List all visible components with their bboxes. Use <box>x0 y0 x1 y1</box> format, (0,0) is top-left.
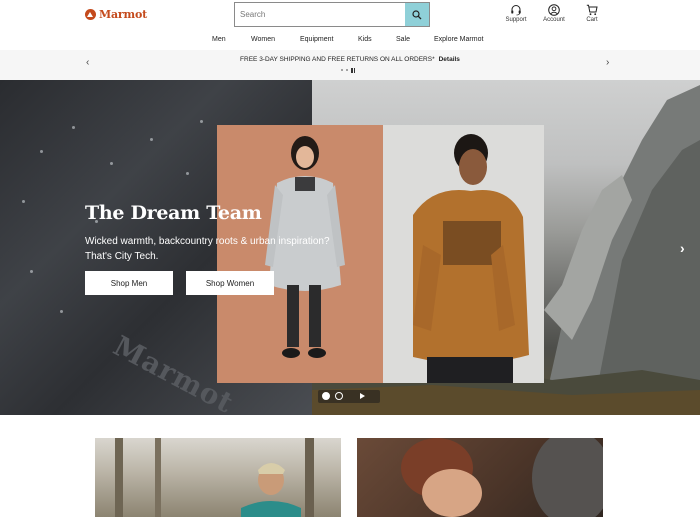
climber-image <box>401 438 603 517</box>
shop-women-button[interactable]: Shop Women <box>186 271 274 295</box>
cart-link[interactable]: Cart <box>577 4 607 23</box>
nav-item-equipment[interactable]: Equipment <box>300 36 333 43</box>
search-button[interactable] <box>405 3 429 26</box>
pause-icon[interactable] <box>351 68 355 73</box>
headset-icon <box>511 5 521 16</box>
chevron-right-icon[interactable]: › <box>606 57 609 68</box>
support-label: Support <box>505 17 527 23</box>
man-in-jacket-image <box>413 134 529 383</box>
search-bar <box>234 2 430 27</box>
site-header: Marmot Support Account <box>0 0 700 50</box>
nav-item-explore-marmot[interactable]: Explore Marmot <box>434 36 483 43</box>
carousel-dot[interactable] <box>322 392 330 400</box>
promo-bar: ‹ FREE 3-DAY SHIPPING AND FREE RETURNS O… <box>0 50 700 80</box>
search-input[interactable] <box>235 3 405 26</box>
nav-item-sale[interactable]: Sale <box>396 36 410 43</box>
user-icon <box>548 4 560 16</box>
promo-dot[interactable] <box>346 69 348 71</box>
promo-text: FREE 3-DAY SHIPPING AND FREE RETURNS ON … <box>240 56 435 63</box>
carousel-controls <box>322 392 365 400</box>
promo-dot[interactable] <box>341 69 343 71</box>
promo-tile-climbing[interactable] <box>357 438 603 517</box>
hero-title: The Dream Team <box>85 202 262 224</box>
brand-name: Marmot <box>99 8 147 21</box>
cart-icon <box>586 4 598 16</box>
hero-banner: Marmot The Dream Team Wicked warmth, bac… <box>0 80 700 415</box>
hero-subtitle: Wicked warmth, backcountry roots & urban… <box>85 235 345 264</box>
shop-men-button[interactable]: Shop Men <box>85 271 173 295</box>
promo-tile-outdoor[interactable] <box>95 438 341 517</box>
hero-next-chevron-icon[interactable]: › <box>680 240 685 256</box>
nav-item-women[interactable]: Women <box>251 36 275 43</box>
account-link[interactable]: Account <box>539 4 569 23</box>
play-icon[interactable] <box>360 393 365 399</box>
hiker-forest-image <box>115 438 314 517</box>
promo-details-link[interactable]: Details <box>439 56 460 63</box>
hero-photo-man <box>383 125 544 383</box>
search-icon <box>412 9 422 19</box>
marmot-logo[interactable]: Marmot <box>85 8 147 21</box>
nav-item-men[interactable]: Men <box>212 36 226 43</box>
marmot-logo-icon <box>85 9 96 20</box>
promo-pager <box>341 69 348 71</box>
carousel-dot[interactable] <box>335 392 343 400</box>
hero-subtitle-line: Wicked warmth, backcountry roots & urban… <box>85 236 330 247</box>
main-nav: Men Women Equipment Kids Sale Explore Ma… <box>0 36 700 48</box>
promo-message: FREE 3-DAY SHIPPING AND FREE RETURNS ON … <box>0 56 700 63</box>
support-link[interactable]: Support <box>501 4 531 23</box>
cart-label: Cart <box>586 17 598 23</box>
nav-item-kids[interactable]: Kids <box>358 36 372 43</box>
hero-subtitle-line: That's City Tech. <box>85 250 159 262</box>
account-label: Account <box>543 17 565 23</box>
